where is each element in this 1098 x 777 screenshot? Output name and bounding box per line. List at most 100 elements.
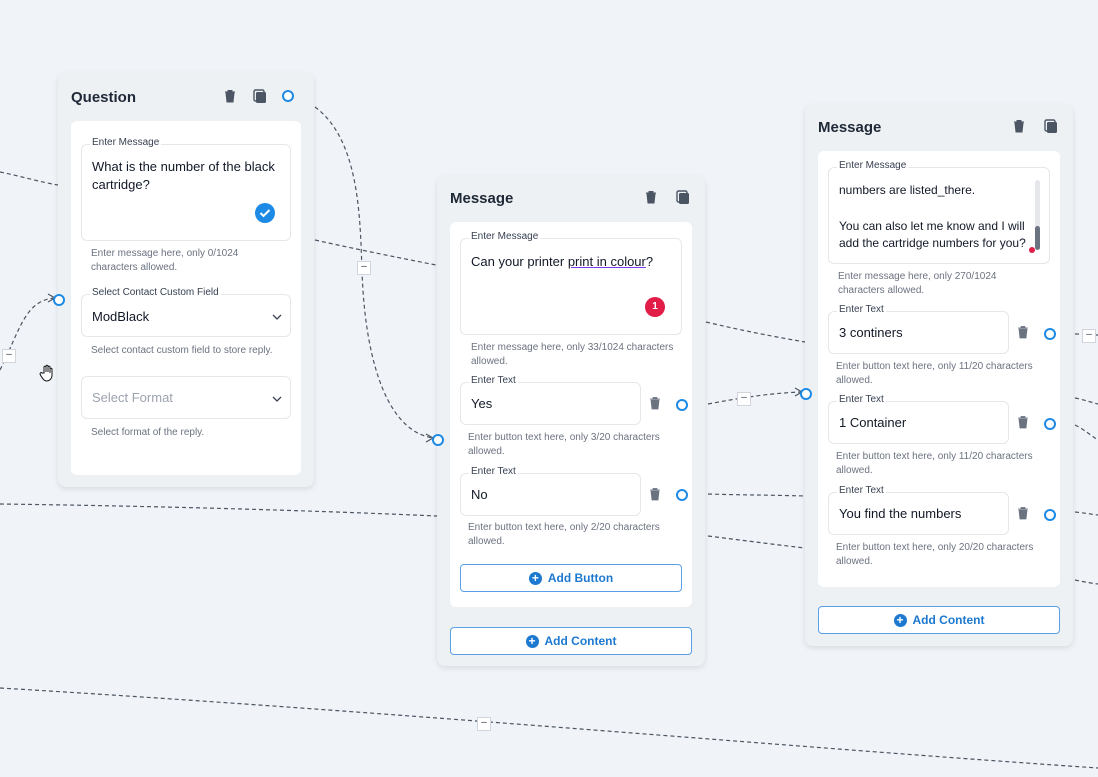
add-button-button[interactable]: + Add Button [460, 564, 682, 592]
field-label: Enter Message [837, 160, 909, 171]
message-hint: Enter message here, only 0/1024 characte… [91, 248, 239, 273]
message-field[interactable]: Enter Message Can your printer print in … [460, 231, 682, 335]
add-content-label: Add Content [544, 634, 617, 648]
output-handle[interactable] [676, 399, 688, 411]
output-handle[interactable] [1044, 328, 1056, 340]
field-label: Enter Text [837, 394, 886, 405]
button-text-value: Yes [471, 396, 493, 411]
connection-line [314, 106, 434, 439]
connection-line [707, 535, 806, 549]
trash-icon[interactable] [1017, 415, 1029, 429]
message-hint: Enter message here, only 270/1024 charac… [838, 271, 997, 296]
trash-icon[interactable] [643, 189, 659, 205]
select-placeholder: Select Format [92, 390, 173, 405]
message-line: You can also let me know and I will [839, 219, 1025, 233]
message-content: Enter Message numbers are listed_there. … [818, 151, 1060, 587]
copy-icon[interactable] [252, 88, 268, 104]
copy-icon[interactable] [675, 189, 691, 205]
button-text-value: 1 Container [839, 415, 907, 430]
button-text-field[interactable]: Enter Text You find the numbers [828, 485, 1009, 535]
output-handle[interactable] [282, 90, 294, 102]
message-hint: Enter message here, only 33/1024 charact… [471, 342, 674, 367]
format-select[interactable]: Select Format [81, 376, 291, 419]
field-label: Enter Message [469, 231, 541, 242]
custom-field-select[interactable]: Select Contact Custom Field ModBlack [81, 287, 291, 337]
plus-icon: + [893, 613, 907, 627]
message-line: numbers are listed_there. [839, 183, 976, 197]
add-button-label: Add Button [547, 571, 614, 585]
trash-icon[interactable] [649, 396, 661, 410]
connection-line [707, 391, 803, 405]
button-text-field[interactable]: Enter Text 1 Container [828, 394, 1009, 444]
field-label: Enter Text [837, 304, 886, 315]
button-text-field[interactable]: Enter Text 3 continers [828, 304, 1009, 354]
collapse-handle[interactable]: – [2, 349, 16, 363]
message-line: add the cartridge numbers for you? [839, 236, 1026, 250]
field-label: Enter Message [90, 137, 162, 148]
output-handle[interactable] [676, 489, 688, 501]
scrollbar-thumb[interactable] [1035, 226, 1040, 250]
field-label: Enter Text [469, 466, 518, 477]
connection-line [1074, 579, 1098, 585]
connection-line [0, 503, 438, 517]
output-handle[interactable] [1044, 418, 1056, 430]
button-hint: Enter button text here, only 2/20 charac… [468, 522, 660, 547]
trash-icon[interactable] [1017, 506, 1029, 520]
message-node[interactable]: Message Enter Message numbers are listed… [800, 105, 1073, 646]
input-handle[interactable] [432, 434, 444, 446]
custom-field-hint: Select contact custom field to store rep… [91, 345, 273, 356]
connection-line [705, 321, 806, 343]
message-text[interactable]: What is the number of the black cartridg… [92, 158, 277, 194]
copy-icon[interactable] [1043, 118, 1059, 134]
field-label: Enter Text [469, 375, 518, 386]
add-content-button[interactable]: + Add Content [818, 606, 1060, 634]
input-handle[interactable] [800, 388, 812, 400]
message-field[interactable]: Enter Message numbers are listed_there. … [828, 160, 1050, 264]
message-text-underlined: print in colour [567, 254, 646, 269]
flow-canvas[interactable]: – – – – – Question Enter Message What is… [0, 0, 1098, 777]
collapse-handle[interactable]: – [477, 717, 491, 731]
connection-line [707, 493, 806, 497]
spellcheck-dot [1029, 247, 1035, 253]
chevron-down-icon [272, 396, 282, 402]
input-handle[interactable] [53, 294, 65, 306]
hand-cursor-icon [39, 364, 53, 382]
trash-icon[interactable] [1017, 325, 1029, 339]
collapse-handle[interactable]: – [1082, 329, 1096, 343]
scrollbar-track[interactable] [1035, 180, 1040, 250]
connection-line [1074, 511, 1098, 516]
button-hint: Enter button text here, only 11/20 chara… [836, 361, 1033, 386]
message-text-end: ? [645, 254, 654, 269]
question-node[interactable]: Question Enter Message What is the numbe… [53, 73, 314, 487]
check-icon[interactable] [255, 203, 275, 223]
add-content-label: Add Content [912, 613, 985, 627]
message-text[interactable]: Can your printer print in colour? [471, 253, 671, 271]
connection-line [0, 171, 59, 186]
button-hint: Enter button text here, only 3/20 charac… [468, 432, 660, 457]
button-text-field[interactable]: Enter Text No [460, 466, 641, 516]
question-content: Enter Message What is the number of the … [71, 121, 301, 475]
error-badge[interactable]: 1 [645, 297, 665, 317]
add-content-button[interactable]: + Add Content [450, 627, 692, 655]
message-field[interactable]: Enter Message What is the number of the … [81, 137, 291, 241]
node-title: Question [71, 89, 137, 106]
connection-line [314, 239, 437, 266]
collapse-handle[interactable]: – [357, 261, 371, 275]
button-text-value: 3 continers [839, 325, 903, 340]
connection-line [0, 687, 1098, 769]
collapse-handle[interactable]: – [737, 392, 751, 406]
field-label: Enter Text [837, 485, 886, 496]
select-value: ModBlack [92, 309, 150, 324]
button-text-field[interactable]: Enter Text Yes [460, 375, 641, 425]
connection-line [1074, 424, 1098, 441]
trash-icon[interactable] [222, 88, 238, 104]
output-handle[interactable] [1044, 509, 1056, 521]
plus-icon: + [528, 571, 542, 585]
button-hint: Enter button text here, only 11/20 chara… [836, 451, 1033, 476]
chevron-down-icon [272, 314, 282, 320]
field-label: Select Contact Custom Field [90, 287, 221, 298]
trash-icon[interactable] [649, 487, 661, 501]
trash-icon[interactable] [1011, 118, 1027, 134]
button-hint: Enter button text here, only 20/20 chara… [836, 542, 1034, 567]
message-node[interactable]: Message Enter Message Can your printer p… [432, 176, 705, 666]
